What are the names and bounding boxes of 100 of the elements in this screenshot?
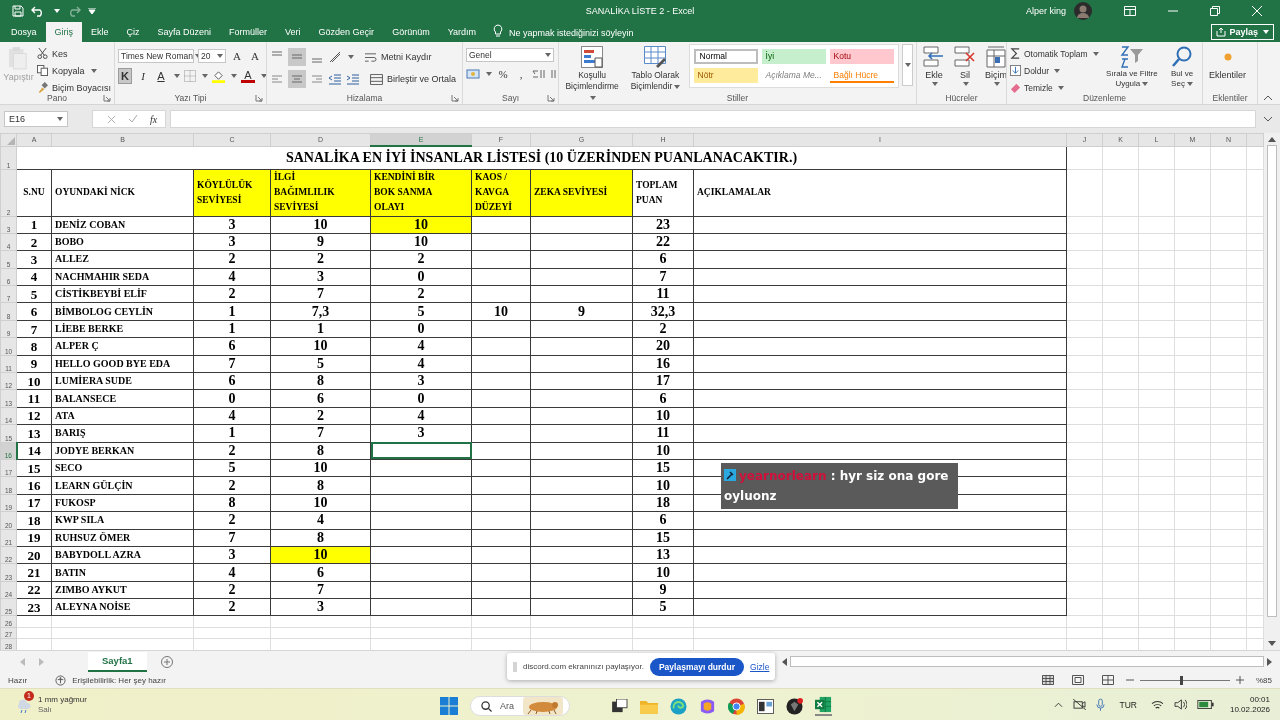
- clock-time[interactable]: 00:01: [1249, 694, 1270, 705]
- page-break-icon[interactable]: [1102, 675, 1114, 685]
- insert-button[interactable]: Ekle: [920, 44, 948, 88]
- lightbulb-icon[interactable]: [493, 24, 503, 38]
- increase-decimal-icon[interactable]: [532, 68, 546, 80]
- ribbon-tab[interactable]: Sayfa Düzeni: [148, 22, 221, 42]
- volume-icon[interactable]: [1173, 699, 1187, 710]
- clock-date[interactable]: 10.02.2026: [1229, 704, 1270, 715]
- undo-icon[interactable]: [31, 5, 45, 17]
- clear-button[interactable]: Temizle: [1010, 80, 1099, 95]
- scroll-down-icon[interactable]: [1268, 641, 1276, 646]
- comma-button[interactable]: ,: [514, 66, 528, 82]
- drag-handle-icon[interactable]: [513, 661, 517, 672]
- gallery-scroll[interactable]: [901, 44, 913, 86]
- scroll-thumb[interactable]: [1267, 145, 1277, 617]
- language-indicator[interactable]: TUR: [1119, 699, 1137, 710]
- insert-function-button[interactable]: fx: [150, 113, 158, 125]
- number-format-field[interactable]: Genel: [466, 48, 554, 62]
- ribbon-tab[interactable]: Formüller: [220, 22, 277, 42]
- font-color-button[interactable]: A: [241, 69, 255, 83]
- page-layout-icon[interactable]: [1072, 675, 1084, 685]
- customize-icon[interactable]: [88, 8, 96, 14]
- scroll-right-icon[interactable]: [1267, 657, 1272, 666]
- task-view-icon[interactable]: [612, 699, 628, 713]
- font-size-field[interactable]: 20: [198, 49, 226, 63]
- tell-me-search[interactable]: Ne yapmak istediğinizi söyleyin: [509, 24, 634, 42]
- sheet-tab[interactable]: Sayfa1: [88, 651, 147, 672]
- merge-center-button[interactable]: Birleştir ve Ortala: [370, 71, 462, 87]
- currency-icon[interactable]: [466, 68, 480, 80]
- window-icon[interactable]: [757, 698, 774, 714]
- accessibility-status[interactable]: Erişilebilirlik: Her şey hazır: [72, 675, 166, 685]
- cell-style[interactable]: Açıklama Me...: [761, 68, 826, 83]
- swirl-icon[interactable]: [670, 697, 687, 715]
- fill-button[interactable]: Doldur: [1010, 63, 1099, 78]
- zoom-in-icon[interactable]: [1236, 676, 1244, 684]
- cell-style[interactable]: İyi: [761, 49, 826, 64]
- search-field[interactable]: Ara: [470, 696, 570, 716]
- delete-button[interactable]: Sil: [951, 44, 979, 88]
- ribbon-tab[interactable]: Dosya: [2, 22, 46, 42]
- scroll-left-icon[interactable]: [782, 657, 787, 666]
- dialog-launcher-icon[interactable]: [547, 94, 555, 102]
- cut-button[interactable]: Kes: [37, 46, 111, 61]
- circle-app-icon[interactable]: [786, 697, 803, 715]
- vertical-scrollbar[interactable]: [1264, 133, 1280, 650]
- increase-indent-icon[interactable]: [346, 72, 360, 86]
- caret-icon[interactable]: [54, 9, 60, 13]
- start-icon[interactable]: [440, 697, 458, 715]
- stop-sharing-button[interactable]: Paylaşmayı durdur: [649, 657, 744, 676]
- dialog-launcher-icon[interactable]: [103, 94, 111, 102]
- microphone-icon[interactable]: [1096, 698, 1106, 711]
- camera-off-icon[interactable]: [1073, 699, 1087, 710]
- cell-style[interactable]: Kotu: [829, 49, 894, 64]
- bold-button[interactable]: K: [118, 68, 132, 84]
- zoom-slider[interactable]: [1180, 675, 1184, 685]
- spreadsheet-icon[interactable]: [815, 696, 832, 716]
- weather-text[interactable]: 1 mm yağmur: [38, 694, 87, 705]
- scroll-up-icon[interactable]: [1268, 137, 1276, 142]
- ribbon-tab[interactable]: Gözden Geçir: [309, 22, 384, 42]
- percent-button[interactable]: %: [496, 66, 510, 82]
- grow-font-button[interactable]: A: [230, 48, 244, 64]
- scroll-thumb[interactable]: [790, 656, 1264, 667]
- normal-view-icon[interactable]: [1042, 675, 1054, 685]
- cancel-icon[interactable]: [107, 114, 116, 124]
- italic-button[interactable]: I: [136, 68, 150, 84]
- format-as-table-button[interactable]: Tablo Olarak Biçimlendir: [625, 44, 686, 94]
- find-select-button[interactable]: Bul ve Seç: [1165, 44, 1199, 91]
- ribbon-tab[interactable]: Yardım: [438, 22, 485, 42]
- hide-link[interactable]: Gizle: [750, 661, 770, 672]
- collapse-ribbon-icon[interactable]: [1264, 95, 1272, 100]
- format-painter-button[interactable]: Biçim Boyacısı: [37, 80, 111, 95]
- ribbon-tab[interactable]: Ekle: [82, 22, 118, 42]
- conditional-formatting-button[interactable]: Koşullu Biçimlendirme: [562, 44, 623, 104]
- restore-icon[interactable]: [1210, 6, 1220, 16]
- autosum-button[interactable]: Otomatik Toplam: [1010, 46, 1099, 61]
- dialog-launcher-icon[interactable]: [451, 94, 459, 102]
- ribbon-tab[interactable]: Görünüm: [383, 22, 439, 42]
- ribbon-tab[interactable]: Çiz: [117, 22, 149, 42]
- format-button[interactable]: Biçim: [982, 44, 1006, 88]
- formula-field[interactable]: [170, 110, 1256, 128]
- ring-icon[interactable]: [728, 697, 745, 715]
- decrease-indent-icon[interactable]: [328, 72, 342, 86]
- weather-day[interactable]: Salı: [38, 704, 87, 715]
- wifi-icon[interactable]: [1150, 699, 1164, 710]
- ribbon-tab[interactable]: Giriş: [45, 22, 82, 42]
- share-button[interactable]: Paylaş: [1211, 24, 1274, 40]
- colorful-app-icon[interactable]: [699, 697, 716, 715]
- add-icon[interactable]: [160, 655, 173, 668]
- accessibility-icon[interactable]: [55, 674, 67, 686]
- avatar[interactable]: [1074, 2, 1092, 20]
- save-icon[interactable]: [12, 5, 24, 17]
- checkmark-icon[interactable]: [128, 114, 138, 124]
- chevron-up-icon[interactable]: [1054, 701, 1064, 708]
- orientation-icon[interactable]: [328, 50, 342, 64]
- battery-icon[interactable]: [1196, 700, 1214, 709]
- copy-button[interactable]: Kopyala: [37, 63, 111, 78]
- zoom-level[interactable]: %85: [1256, 675, 1272, 685]
- shrink-font-button[interactable]: A: [248, 48, 262, 64]
- sort-filter-button[interactable]: Sırala ve Filtre Uygula: [1101, 44, 1163, 91]
- name-box[interactable]: E16: [4, 111, 68, 127]
- user-name[interactable]: Alper king: [1025, 6, 1066, 16]
